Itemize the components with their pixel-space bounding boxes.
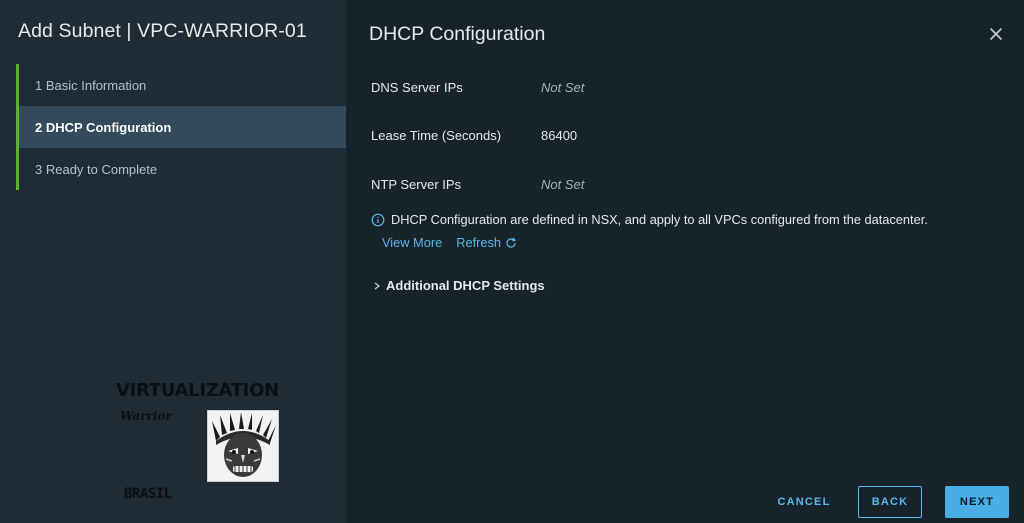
info-links: View More Refresh <box>382 235 531 250</box>
refresh-icon <box>506 237 517 248</box>
logo-country: BRASIL <box>124 486 172 502</box>
logo-title: VIRTUALIZATION <box>116 380 279 401</box>
info-icon <box>371 213 385 226</box>
close-icon <box>990 28 1002 40</box>
cancel-button[interactable]: CANCEL <box>764 486 844 518</box>
field-label: DNS Server IPs <box>371 80 463 95</box>
field-value: 86400 <box>541 128 578 143</box>
wizard-sidebar: Add Subnet | VPC-WARRIOR-01 1 Basic Info… <box>0 0 346 523</box>
close-button[interactable] <box>986 24 1006 44</box>
add-subnet-wizard: Add Subnet | VPC-WARRIOR-01 1 Basic Info… <box>0 0 1024 523</box>
wizard-steps: 1 Basic Information 2 DHCP Configuration… <box>16 64 346 190</box>
view-more-link[interactable]: View More <box>382 235 442 250</box>
field-value: Not Set <box>541 177 585 192</box>
back-button[interactable]: BACK <box>858 486 922 518</box>
wizard-title: Add Subnet | VPC-WARRIOR-01 <box>18 20 307 42</box>
field-ntp-server-ips: NTP Server IPs Not Set <box>371 177 584 192</box>
refresh-label: Refresh <box>456 235 502 250</box>
field-dns-server-ips: DNS Server IPs Not Set <box>371 80 584 95</box>
refresh-link[interactable]: Refresh <box>456 235 517 250</box>
field-lease-time: Lease Time (Seconds) 86400 <box>371 128 577 143</box>
field-label: NTP Server IPs <box>371 177 462 192</box>
field-value: Not Set <box>541 80 585 95</box>
page-title: DHCP Configuration <box>369 23 546 45</box>
chevron-right-icon <box>374 282 380 289</box>
virtualization-warrior-logo: VIRTUALIZATION Warrior BRASIL <box>116 380 316 510</box>
step-basic-information[interactable]: 1 Basic Information <box>16 64 346 106</box>
info-message: DHCP Configuration are defined in NSX, a… <box>371 212 928 227</box>
field-label: Lease Time (Seconds) <box>371 128 502 143</box>
additional-dhcp-settings-toggle[interactable]: Additional DHCP Settings <box>372 278 545 293</box>
next-button[interactable]: NEXT <box>945 486 1009 518</box>
warrior-mask-icon <box>207 410 279 482</box>
wizard-content: DHCP Configuration DNS Server IPs Not Se… <box>346 0 1024 523</box>
step-dhcp-configuration[interactable]: 2 DHCP Configuration <box>16 106 346 148</box>
step-ready-to-complete[interactable]: 3 Ready to Complete <box>16 148 346 190</box>
view-more-label: View More <box>382 235 443 250</box>
logo-script: Warrior <box>120 409 172 423</box>
expander-label: Additional DHCP Settings <box>386 278 545 293</box>
info-text: DHCP Configuration are defined in NSX, a… <box>391 212 928 227</box>
